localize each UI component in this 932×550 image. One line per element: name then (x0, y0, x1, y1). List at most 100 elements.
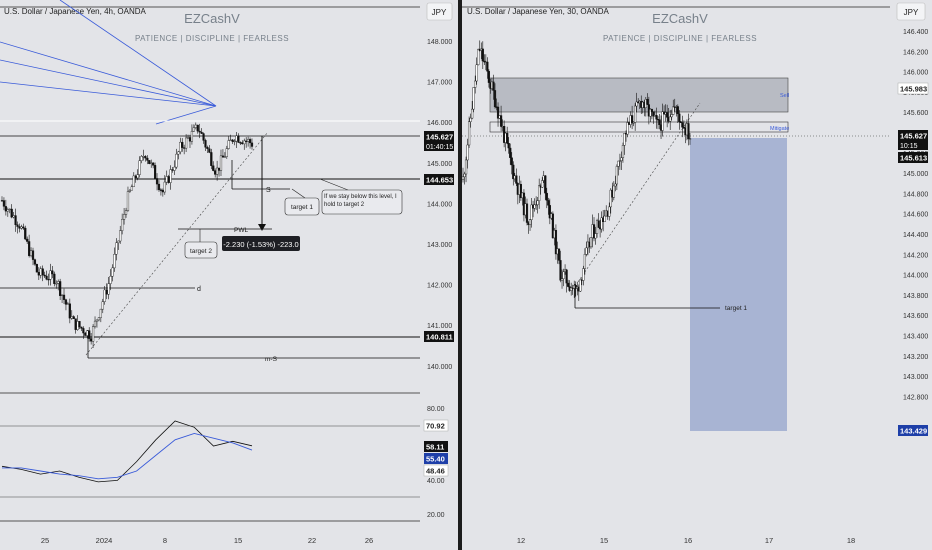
candle-body (159, 189, 163, 191)
candle-body (557, 248, 561, 261)
candle-body (126, 191, 130, 211)
candle-body (150, 162, 153, 164)
candle-body (188, 137, 192, 142)
candle-body (614, 183, 617, 187)
candle-body (223, 156, 226, 158)
candle-body (208, 148, 211, 153)
candle-body (119, 230, 122, 242)
right-price-axis[interactable]: 146.400146.200146.000145.800145.600145.4… (897, 29, 928, 436)
candle-body (467, 121, 471, 146)
candle-body (210, 152, 213, 166)
candle-body (128, 189, 132, 192)
right-price-axis-tick: 146.400 (903, 29, 928, 36)
candle-body (190, 130, 194, 142)
candle-body (14, 215, 17, 225)
candle-body (250, 142, 254, 147)
candle-body (536, 200, 539, 205)
candle-body (28, 241, 31, 256)
candle-body (60, 294, 64, 296)
candle-body (661, 111, 664, 131)
candle-body (10, 208, 13, 218)
candle-body (525, 203, 529, 223)
right-time-tick: 16 (684, 536, 692, 545)
left-price-axis-tick: 145.000 (427, 161, 452, 168)
candle-body (152, 162, 155, 166)
candle-body (49, 270, 52, 280)
candle-body (237, 135, 240, 143)
price-badge-label: 140.811 (426, 333, 453, 342)
candle-body (90, 338, 93, 342)
candle-body (33, 259, 37, 265)
candle-body (672, 106, 675, 115)
candle-body (20, 226, 23, 229)
right-price-axis-tick: 145.000 (903, 171, 928, 178)
right-price-axis-tick: 143.200 (903, 354, 928, 361)
candle-body (70, 316, 73, 319)
candle-body (130, 186, 133, 191)
candle-body (545, 192, 548, 201)
rsi-badge-label: 55.40 (426, 455, 445, 464)
candle-body (623, 133, 626, 146)
candle-body (603, 215, 606, 223)
right-price-axis-tick: 143.800 (903, 293, 928, 300)
candle-body (582, 268, 585, 281)
candle-body (41, 268, 44, 276)
panel-divider[interactable] (458, 0, 462, 550)
target2-callout-label: target 2 (190, 248, 212, 255)
right-target1-label: target 1 (725, 305, 747, 312)
note-callout-text: If we stay below this level, I hold to t… (324, 194, 397, 208)
right-price-axis-tick: 142.800 (903, 394, 928, 401)
target-zone[interactable] (690, 138, 787, 431)
candle-body (493, 90, 497, 108)
candle-body (562, 271, 565, 279)
candle-body (115, 242, 118, 255)
candle-body (585, 247, 588, 255)
candle-body (567, 282, 570, 287)
sell-zone[interactable] (489, 77, 789, 113)
candle-body (469, 117, 472, 122)
candle-body (486, 61, 489, 72)
right-time-tick: 17 (765, 536, 773, 545)
candle-body (163, 181, 166, 193)
candle-body (612, 185, 615, 198)
right-price-axis-tick: 143.600 (903, 313, 928, 320)
price-badge-label: 145.627 (426, 133, 453, 142)
candle-body (231, 139, 234, 142)
left-symbol-title: U.S. Dollar / Japanese Yen, 4h, OANDA (4, 7, 147, 16)
candle-body (6, 209, 9, 212)
candle-body (140, 156, 143, 161)
candle-body (185, 137, 188, 149)
candle-body (88, 330, 91, 339)
candle-body (86, 330, 89, 336)
candle-body (113, 254, 116, 269)
right-time-tick: 18 (847, 536, 855, 545)
candle-body (579, 279, 582, 292)
candle-body (688, 138, 692, 140)
candle-body (154, 165, 157, 179)
left-time-tick: 8 (163, 536, 167, 545)
right-price-axis-tick: 143.000 (903, 374, 928, 381)
candle-body (66, 303, 69, 305)
candle-body (82, 328, 85, 334)
candle-body (217, 167, 221, 171)
left-price-axis-tick: 148.000 (427, 39, 452, 46)
rsi-axis-tick: 20.00 (427, 512, 445, 519)
candle-body (155, 178, 159, 185)
candle-body (506, 132, 509, 144)
candle-body (136, 174, 139, 179)
candle-body (39, 268, 42, 276)
left-price-axis-tick: 141.000 (427, 323, 452, 330)
candle-body (0, 200, 4, 202)
right-price-axis-tick: 144.800 (903, 191, 928, 198)
candle-body (245, 140, 248, 142)
candle-body (93, 320, 97, 327)
right-price-axis-tick: 143.400 (903, 334, 928, 341)
note-callout-text-wrap: If we stay below this level, I hold to t… (324, 194, 397, 208)
right-symbol-title: U.S. Dollar / Japanese Yen, 30, OANDA (467, 7, 610, 16)
candle-body (212, 165, 215, 171)
right-price-axis-tick: 146.200 (903, 49, 928, 56)
candle-body (24, 227, 27, 240)
candle-body (91, 326, 95, 342)
rsi-badge-label: 58.11 (426, 443, 444, 452)
candle-body (670, 114, 673, 118)
